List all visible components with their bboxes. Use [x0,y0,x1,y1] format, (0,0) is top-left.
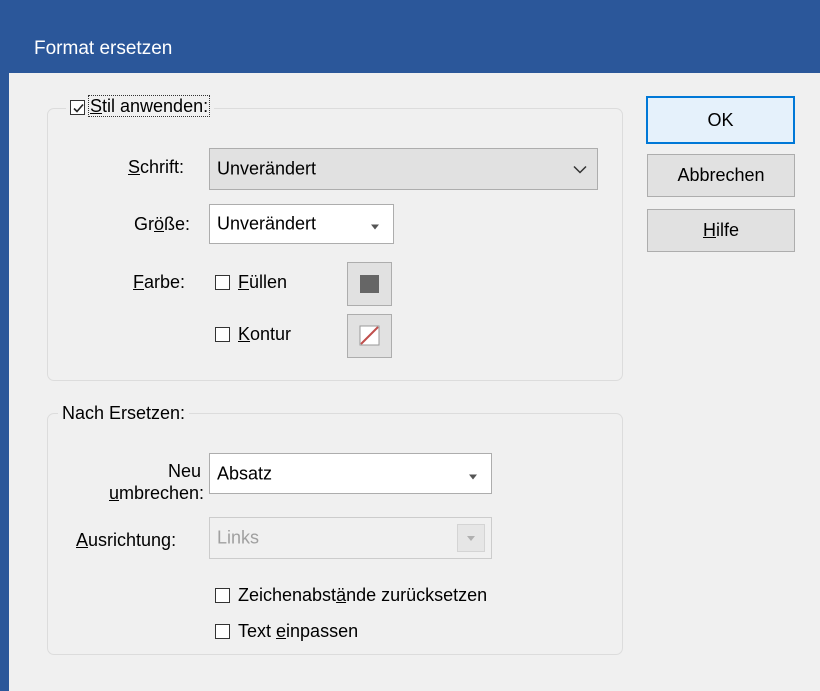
rewrap-value: Absatz [217,463,273,483]
alignment-value: Links [217,527,260,548]
stroke-label[interactable]: Kontur [238,324,291,345]
alignment-dropdown-button [457,524,485,552]
help-button[interactable]: Hilfe [647,209,795,252]
color-label: Farbe: [133,272,186,292]
no-stroke-icon [359,325,380,346]
font-value: Unverändert [217,158,317,179]
stroke-checkbox[interactable] [215,327,230,342]
alignment-combobox: Links [209,517,492,559]
fill-checkbox[interactable] [215,275,230,290]
after-replace-legend: Nach Ersetzen: [58,403,190,424]
rewrap-combobox[interactable]: Absatz [209,453,492,494]
alignment-label: Ausrichtung: [76,530,177,550]
dropdown-arrow-icon[interactable] [469,463,477,484]
font-label: Schrift: [128,157,185,177]
cancel-button[interactable]: Abbrechen [647,154,795,197]
window-title: Format ersetzen [34,38,173,59]
dropdown-arrow-icon[interactable] [371,214,379,235]
reset-spacing-checkbox[interactable] [215,588,230,603]
fill-color-square [360,275,379,293]
ok-button[interactable]: OK [646,96,795,144]
fit-text-checkbox[interactable] [215,624,230,639]
rewrap-label: Neu umbrechen: [109,461,205,503]
chevron-down-icon [573,159,587,180]
size-value: Unverändert [217,213,317,234]
fill-color-swatch[interactable] [347,262,392,306]
stroke-color-swatch[interactable] [347,314,392,358]
size-combobox[interactable]: Unverändert [209,204,394,244]
font-dropdown[interactable]: Unverändert [209,148,598,190]
dropdown-arrow-icon [467,536,475,541]
fit-text-label[interactable]: Text einpassen [238,621,358,642]
size-label: Größe: [134,214,191,234]
fill-label[interactable]: Füllen [238,272,287,293]
window-border [0,73,9,691]
style-apply-checkbox[interactable] [70,100,85,115]
style-apply-label[interactable]: Stil anwenden: [88,95,211,117]
title-bar: Format ersetzen [0,0,820,73]
style-group-legend[interactable]: Stil anwenden: [66,95,215,124]
reset-spacing-label[interactable]: Zeichenabstände zurücksetzen [238,585,487,606]
